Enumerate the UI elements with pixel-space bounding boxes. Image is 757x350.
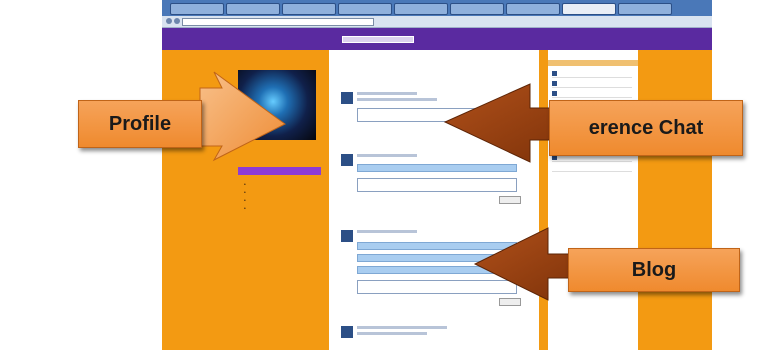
profile-callout: Profile: [78, 100, 202, 148]
profile-arrow: [199, 71, 286, 162]
conference-chat-callout: erence Chat: [549, 100, 743, 156]
annotation-arrows: [199, 71, 601, 301]
blog-callout: Blog: [568, 248, 740, 292]
